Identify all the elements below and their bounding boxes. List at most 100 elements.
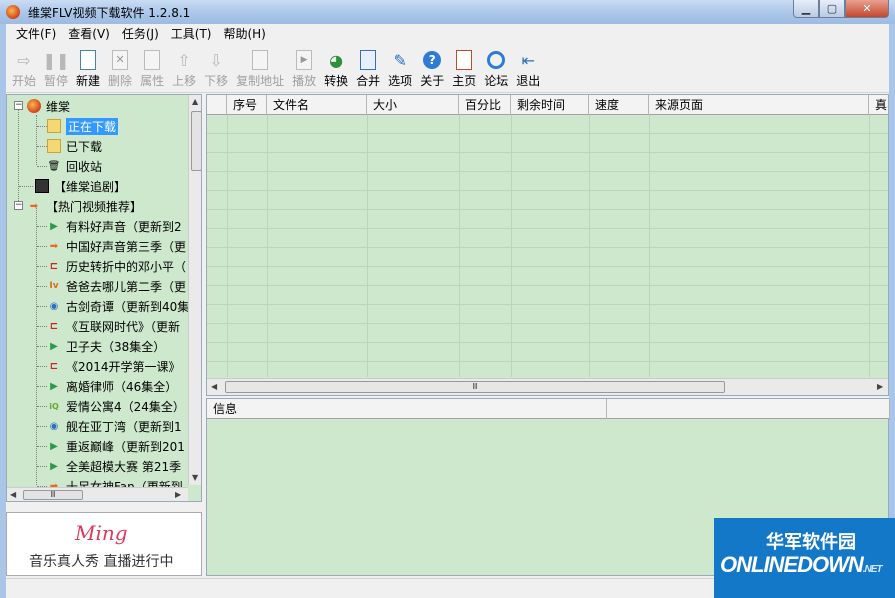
pause-button[interactable]: ❚❚ 暂停 <box>43 45 70 92</box>
scroll-left-icon[interactable]: ◀ <box>10 490 16 499</box>
tree-item-label: 【热门视频推荐】 <box>46 199 143 214</box>
home-label: 主页 <box>452 74 477 88</box>
video-play-icon: ▶ <box>50 440 58 452</box>
start-button[interactable]: ⇨ 开始 <box>12 45 36 92</box>
convert-button[interactable]: ◕ 转换 <box>324 45 348 92</box>
close-icon: ✕ <box>862 2 872 15</box>
tree-item-recycle-bin[interactable]: 🗑 回收站 <box>47 156 102 176</box>
tree-item-downloading[interactable]: 正在下载 <box>47 116 119 136</box>
minimize-button[interactable]: ▁ <box>793 0 819 18</box>
tree-horizontal-scrollbar[interactable]: ◀ Ⅲ ▶ <box>7 487 188 501</box>
list-item[interactable]: ⊏ 《互联网时代》（更新 <box>47 316 180 336</box>
delete-icon: ✕ <box>108 48 132 72</box>
scroll-left-icon[interactable]: ◀ <box>211 382 217 391</box>
scroll-right-icon[interactable]: ▶ <box>877 382 883 391</box>
move-down-button[interactable]: ⇩ 下移 <box>204 45 228 92</box>
close-button[interactable]: ✕ <box>845 0 889 18</box>
column-header-index[interactable]: 序号 <box>227 95 267 115</box>
list-item[interactable]: ◉ 古剑奇谭（更新到40集 <box>47 296 190 316</box>
tree-root[interactable]: 维棠 <box>27 96 70 116</box>
tree-item-label: 回收站 <box>66 159 103 174</box>
tree-item-label: 卫子夫（38集全） <box>66 339 166 354</box>
trash-icon: 🗑 <box>47 160 61 172</box>
bracket-icon: ⊏ <box>49 260 59 272</box>
column-header-size[interactable]: 大小 <box>367 95 459 115</box>
play-button[interactable]: ▶ 播放 <box>292 45 316 92</box>
maximize-button[interactable]: ▢ <box>819 0 845 18</box>
menu-task[interactable]: 任务(J) <box>116 24 165 44</box>
menu-tools[interactable]: 工具(T) <box>165 24 218 44</box>
column-header-info[interactable]: 信息 <box>207 399 607 419</box>
column-header-real-address[interactable]: 真实 <box>869 95 888 115</box>
tree-vertical-scrollbar[interactable]: ▲ ▼ <box>188 95 201 485</box>
menu-view[interactable]: 查看(V) <box>62 24 116 44</box>
forum-button[interactable]: 论坛 <box>484 45 508 92</box>
convert-label: 转换 <box>324 74 349 88</box>
menu-help[interactable]: 帮助(H) <box>217 24 271 44</box>
options-button[interactable]: ✎ 选项 <box>388 45 412 92</box>
watermark-en: ONLINEDOWN.NET <box>720 552 883 578</box>
options-icon: ✎ <box>393 50 407 70</box>
list-item[interactable]: ▶ 有料好声音（更新到2 <box>47 216 182 236</box>
column-header-percent[interactable]: 百分比 <box>459 95 511 115</box>
scroll-down-icon[interactable]: ▼ <box>192 473 198 482</box>
list-item[interactable]: ➡ 中国好声音第三季（更 <box>47 236 186 256</box>
folder-icon <box>47 139 61 153</box>
play-arrow-icon: ⇨ <box>17 50 31 70</box>
download-list[interactable]: 序号 文件名 大小 百分比 剩余时间 速度 来源页面 真实 ◀ Ⅲ ▶ <box>206 94 889 396</box>
list-horizontal-scrollbar[interactable]: ◀ Ⅲ ▶ <box>207 378 888 395</box>
tree-item-label: 舰在亚丁湾（更新到1 <box>66 419 182 434</box>
about-button[interactable]: ? 关于 <box>420 45 444 92</box>
tree-item-drama[interactable]: 【维棠追剧】 <box>35 176 126 196</box>
list-item[interactable]: ▶ 全美超模大赛 第21季 <box>47 456 181 476</box>
exit-button[interactable]: ⇤ 退出 <box>516 45 540 92</box>
column-header-speed[interactable]: 速度 <box>589 95 649 115</box>
tree-item-label: 正在下载 <box>66 117 119 135</box>
scroll-thumb[interactable]: Ⅲ <box>225 381 725 393</box>
properties-button[interactable]: 属性 <box>140 45 164 92</box>
scroll-thumb[interactable] <box>191 111 201 171</box>
delete-button[interactable]: ✕ 删除 <box>108 45 132 92</box>
column-header-source-page[interactable]: 来源页面 <box>649 95 869 115</box>
list-item[interactable]: ◉ 舰在亚丁湾（更新到1 <box>47 416 182 436</box>
menu-file[interactable]: 文件(F) <box>10 24 62 44</box>
column-header-blank[interactable] <box>607 399 890 419</box>
window-title: 维棠FLV视频下载软件 1.2.8.1 <box>28 5 191 20</box>
list-item[interactable]: ⊏ 历史转折中的邓小平（ <box>47 256 186 276</box>
new-button[interactable]: 新建 <box>76 45 100 92</box>
move-up-button[interactable]: ⇧ 上移 <box>172 45 196 92</box>
list-item[interactable]: iQ 爱情公寓4（24集全） <box>47 396 185 416</box>
arrow-right-icon: ➡ <box>49 240 59 252</box>
column-header-select[interactable] <box>207 95 227 115</box>
list-item[interactable]: ▶ 卫子夫（38集全） <box>47 336 165 356</box>
tree-item-downloaded[interactable]: 已下载 <box>47 136 102 156</box>
convert-icon: ◕ <box>329 50 344 70</box>
merge-button[interactable]: 合并 <box>356 45 380 92</box>
tree-item-hot[interactable]: ➡ 【热门视频推荐】 <box>27 196 142 216</box>
list-item[interactable]: ▶ 重返巅峰（更新到201 <box>47 436 185 456</box>
collapse-hot-toggle[interactable]: − <box>14 201 23 210</box>
list-item[interactable]: Iv 爸爸去哪儿第二季（更 <box>47 276 186 296</box>
column-header-filename[interactable]: 文件名 <box>267 95 367 115</box>
new-label: 新建 <box>76 74 101 88</box>
home-button[interactable]: 主页 <box>452 45 476 92</box>
copy-address-button[interactable]: 复制地址 <box>236 45 284 92</box>
scroll-up-icon[interactable]: ▲ <box>192 97 198 106</box>
collapse-root-toggle[interactable]: − <box>14 101 23 110</box>
pause-label: 暂停 <box>44 74 69 88</box>
tree-item-label: 《互联网时代》（更新 <box>66 319 181 334</box>
column-header-remaining[interactable]: 剩余时间 <box>511 95 589 115</box>
scroll-thumb[interactable]: Ⅲ <box>23 490 83 500</box>
list-item[interactable]: ⊏ 《2014开学第一课》 <box>47 356 181 376</box>
list-item[interactable]: ▶ 离婚律师（46集全） <box>47 376 177 396</box>
tree-item-label: 爸爸去哪儿第二季（更 <box>66 279 187 294</box>
tree-item-label: 爱情公寓4（24集全） <box>66 399 185 414</box>
watermark-logo: 华军软件园 ONLINEDOWN.NET <box>714 518 895 598</box>
tree-item-label: 已下载 <box>66 139 103 154</box>
app-logo-icon <box>6 5 20 19</box>
forum-icon <box>484 48 508 72</box>
copy-address-label: 复制地址 <box>236 74 285 88</box>
play-file-icon: ▶ <box>292 48 316 72</box>
scroll-right-icon[interactable]: ▶ <box>175 490 181 499</box>
ad-banner[interactable]: Ming 音乐真人秀 直播进行中 <box>6 512 202 576</box>
